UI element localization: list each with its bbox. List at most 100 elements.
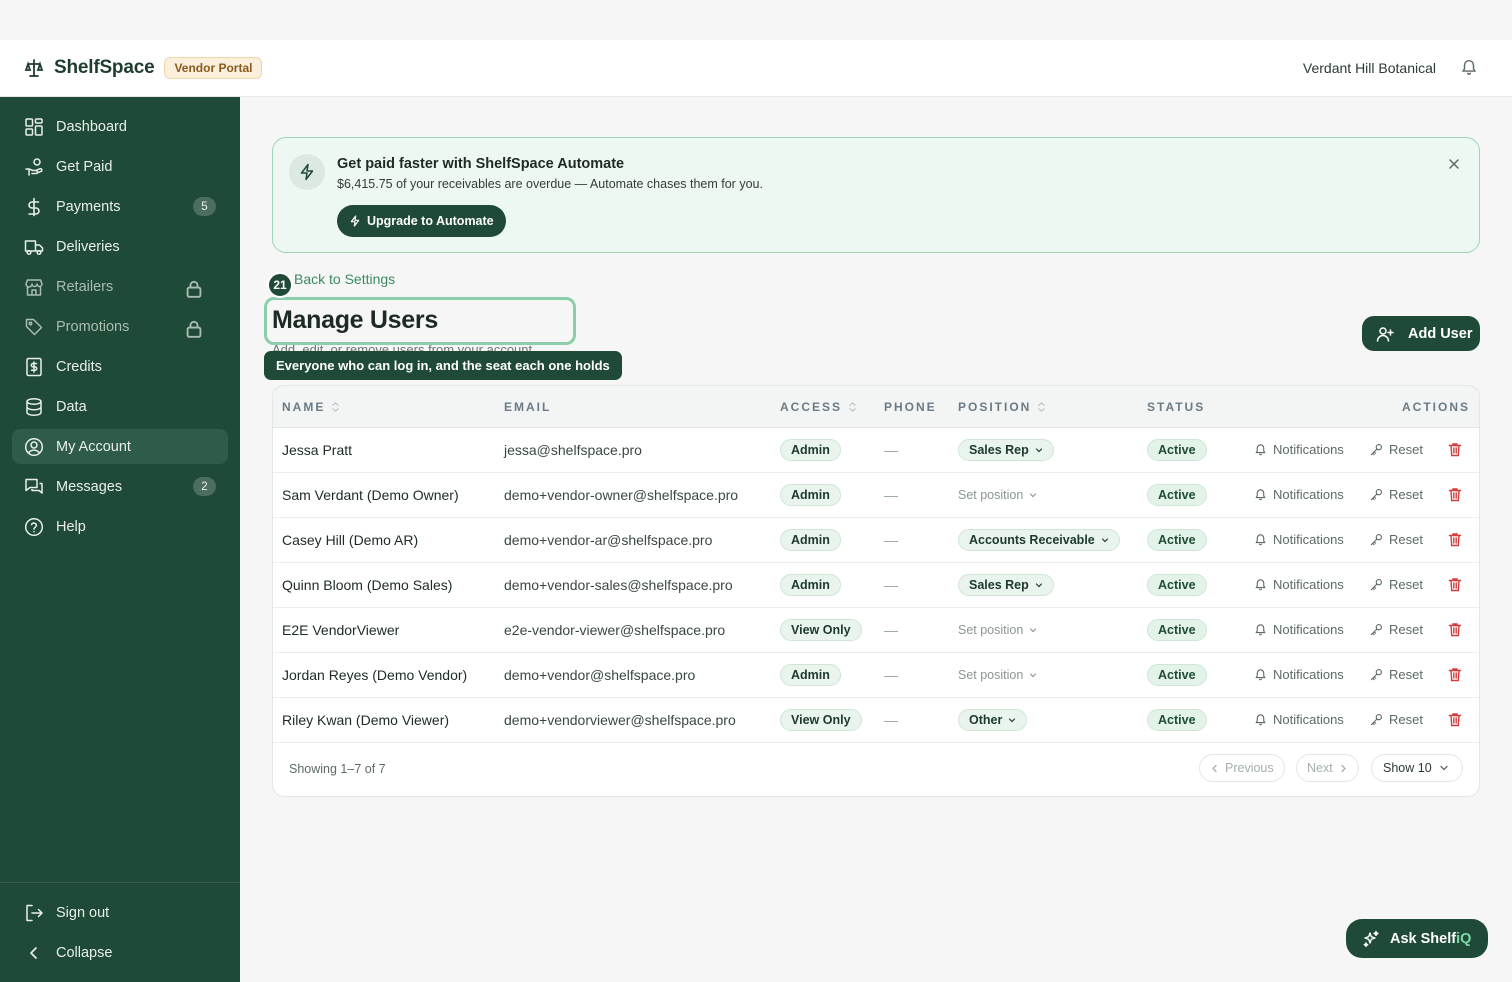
delete-user-button[interactable]	[1448, 608, 1462, 653]
reset-password-button[interactable]: Reset	[1370, 487, 1423, 502]
reset-password-button[interactable]: Reset	[1370, 622, 1423, 637]
sidebar-item-messages[interactable]: Messages 2	[12, 469, 228, 504]
chevron-down-icon	[1030, 673, 1037, 678]
user-email: demo+vendor@shelfspace.pro	[504, 667, 696, 683]
notifications-button[interactable]: Notifications	[1254, 667, 1344, 682]
close-icon[interactable]	[1447, 157, 1461, 171]
delete-user-button[interactable]	[1448, 698, 1462, 743]
table-row: Casey Hill (Demo AR) demo+vendor-ar@shelf…	[273, 518, 1479, 563]
sidebar-item-retailers[interactable]: Retailers	[12, 269, 228, 304]
sidebar-item-credits[interactable]: Credits	[12, 349, 228, 384]
trash-icon[interactable]	[1448, 712, 1462, 727]
user-circle-icon	[24, 437, 44, 456]
trash-icon[interactable]	[1448, 442, 1462, 457]
sidebar-item-get-paid[interactable]: Get Paid	[12, 149, 228, 184]
collapse-button[interactable]: Collapse	[12, 935, 228, 970]
sidebar-item-label: Get Paid	[56, 158, 113, 175]
logo[interactable]: ShelfSpace	[24, 57, 155, 79]
trash-icon[interactable]	[1448, 532, 1462, 547]
access-badge[interactable]: Admin	[780, 529, 841, 551]
reset-password-button[interactable]: Reset	[1370, 712, 1423, 727]
set-position-select[interactable]: Set position	[958, 668, 1037, 682]
status-badge: Active	[1147, 439, 1207, 461]
sign-out-button[interactable]: Sign out	[12, 895, 228, 930]
pagination-summary: Showing 1–7 of 7	[289, 762, 386, 776]
user-name: Quinn Bloom (Demo Sales)	[282, 577, 453, 593]
delete-user-button[interactable]	[1448, 653, 1462, 698]
tag-icon	[25, 318, 43, 335]
user-email: demo+vendor-ar@shelfspace.pro	[504, 532, 713, 548]
notifications-button[interactable]: Notifications	[1254, 712, 1344, 727]
access-badge[interactable]: Admin	[780, 664, 841, 686]
sidebar-item-promotions[interactable]: Promotions	[12, 309, 228, 344]
trash-icon[interactable]	[1448, 622, 1462, 637]
access-badge[interactable]: View Only	[780, 619, 862, 641]
user-phone: —	[884, 577, 898, 593]
tour-step-marker: 21	[267, 272, 293, 298]
sidebar: Dashboard Get Paid Payments 5 Deliveries…	[0, 97, 240, 982]
reset-password-button[interactable]: Reset	[1370, 577, 1423, 592]
access-badge[interactable]: Admin	[780, 439, 841, 461]
position-select[interactable]: Other	[958, 709, 1028, 731]
table-row: Riley Kwan (Demo Viewer) demo+vendorviewe…	[273, 698, 1479, 743]
column-header-name[interactable]: NAME	[282, 400, 340, 414]
bell-icon[interactable]	[1460, 58, 1478, 76]
notifications-button[interactable]: Notifications	[1254, 532, 1344, 547]
status-badge: Active	[1147, 664, 1207, 686]
key-icon	[1370, 714, 1382, 726]
access-badge[interactable]: View Only	[780, 709, 862, 731]
notifications-button[interactable]: Notifications	[1254, 622, 1344, 637]
ask-shelfiq-button[interactable]: Ask Shelf iQ	[1346, 919, 1488, 958]
notifications-button[interactable]: Notifications	[1254, 577, 1344, 592]
delete-user-button[interactable]	[1448, 473, 1462, 518]
ask-label-main: Ask Shelf	[1390, 930, 1457, 947]
set-position-select[interactable]: Set position	[958, 488, 1037, 502]
delete-user-button[interactable]	[1448, 428, 1462, 473]
sidebar-item-help[interactable]: Help	[12, 509, 228, 544]
org-switcher[interactable]: Verdant Hill Botanical	[1303, 60, 1436, 76]
position-select[interactable]: Sales Rep	[958, 574, 1054, 596]
sidebar-item-dashboard[interactable]: Dashboard	[12, 109, 228, 144]
add-user-button[interactable]: Add User	[1362, 316, 1480, 351]
previous-page-button[interactable]: Previous	[1199, 754, 1285, 782]
sidebar-item-my-account[interactable]: My Account	[12, 429, 228, 464]
sidebar-item-label: Promotions	[56, 318, 130, 335]
next-page-button[interactable]: Next	[1296, 754, 1359, 782]
trash-icon[interactable]	[1448, 577, 1462, 592]
dollar-icon	[28, 197, 40, 216]
table-header: NAME EMAIL ACCESS PHONE POSITION STATUS …	[273, 386, 1479, 428]
table-row: E2E VendorViewer e2e-vendor-viewer@shelfs…	[273, 608, 1479, 653]
delete-user-button[interactable]	[1448, 563, 1462, 608]
help-circle-icon	[24, 517, 44, 536]
upgrade-button[interactable]: Upgrade to Automate	[337, 205, 506, 237]
sidebar-item-data[interactable]: Data	[12, 389, 228, 424]
access-badge[interactable]: Admin	[780, 574, 841, 596]
sidebar-item-payments[interactable]: Payments 5	[12, 189, 228, 224]
top-strip	[0, 0, 1512, 40]
reset-password-button[interactable]: Reset	[1370, 667, 1423, 682]
lightning-icon	[350, 215, 360, 227]
column-header-access[interactable]: ACCESS	[780, 400, 857, 414]
column-header-position[interactable]: POSITION	[958, 400, 1046, 414]
page-size-select[interactable]: Show 10	[1371, 754, 1463, 782]
upgrade-button-label: Upgrade to Automate	[367, 214, 494, 228]
user-email: jessa@shelfspace.pro	[504, 442, 642, 458]
delete-user-button[interactable]	[1448, 518, 1462, 563]
bell-icon	[1255, 669, 1266, 681]
reset-password-button[interactable]: Reset	[1370, 532, 1423, 547]
notifications-button[interactable]: Notifications	[1254, 442, 1344, 457]
app-header: ShelfSpace Vendor Portal Verdant Hill Bo…	[0, 40, 1512, 97]
set-position-select[interactable]: Set position	[958, 623, 1037, 637]
position-select[interactable]: Sales Rep	[958, 439, 1054, 461]
column-header-phone: PHONE	[884, 400, 937, 414]
access-badge[interactable]: Admin	[780, 484, 841, 506]
reset-password-button[interactable]: Reset	[1370, 442, 1423, 457]
notifications-button[interactable]: Notifications	[1254, 487, 1344, 502]
bell-icon	[1255, 534, 1266, 546]
position-select[interactable]: Accounts Receivable	[958, 529, 1120, 551]
key-icon	[1370, 669, 1382, 681]
trash-icon[interactable]	[1448, 667, 1462, 682]
back-to-settings-link[interactable]: Back to Settings	[294, 271, 395, 287]
trash-icon[interactable]	[1448, 487, 1462, 502]
sidebar-item-deliveries[interactable]: Deliveries	[12, 229, 228, 264]
